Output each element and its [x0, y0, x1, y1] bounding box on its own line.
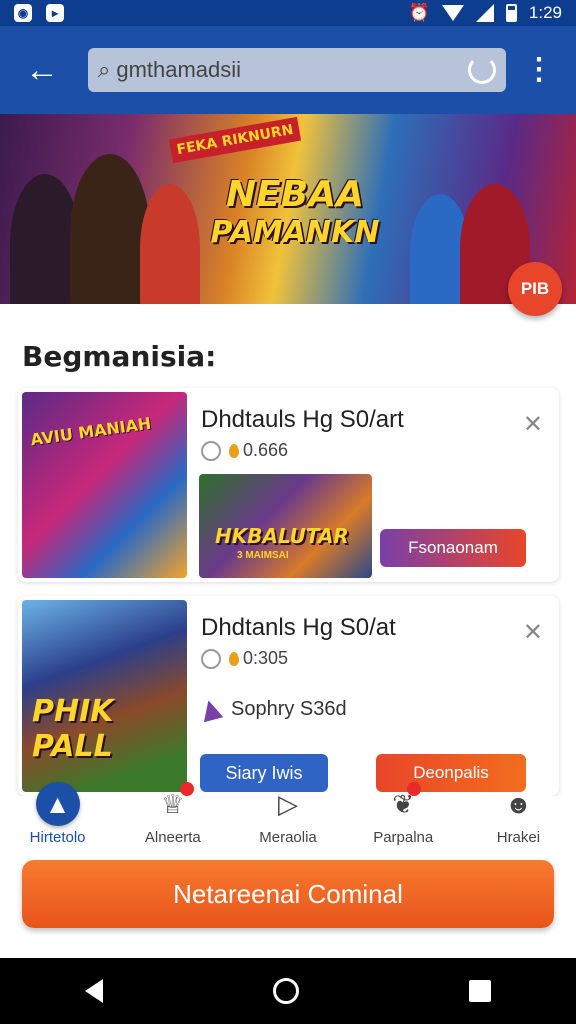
game-thumbnail[interactable]: AVIU MANIAH — [22, 392, 187, 578]
back-arrow-icon[interactable]: ← — [12, 40, 72, 100]
share-icon: ▷ — [278, 788, 298, 819]
bottom-navigation: ▲ Hirtetolo ♕ Alneerta ▷ Meraolia ❦ Parp… — [0, 782, 576, 856]
cell-signal-icon — [475, 4, 494, 22]
banner-badge-left: FEKA RIKNURN — [168, 116, 302, 164]
nav-label: Parpalna — [373, 829, 434, 846]
system-back-icon[interactable] — [85, 979, 103, 1003]
section-title: Begmanisia: — [22, 340, 217, 373]
preview-title: HKBALUTAR — [215, 524, 349, 548]
notification-dot — [406, 782, 421, 796]
close-icon[interactable]: ✕ — [523, 618, 543, 647]
status-time: 1:29 — [528, 3, 562, 22]
thumbs-up-icon: ▲ — [35, 782, 80, 826]
refresh-icon[interactable] — [468, 56, 496, 84]
card-note: Sophry S36d — [198, 697, 347, 722]
nav-label: Meraolia — [259, 829, 317, 846]
close-icon[interactable]: ✕ — [523, 410, 543, 439]
banner-character-red — [140, 184, 200, 304]
coin-icon — [229, 443, 239, 458]
alarm-icon: ⏰ — [408, 3, 430, 22]
game-preview-image[interactable]: HKBALUTAR 3 MAIMSAI — [199, 474, 372, 578]
banner-fab-button[interactable]: PIB — [508, 262, 562, 316]
nav-item-media[interactable]: ▷ Meraolia — [230, 789, 345, 856]
thumbnail-title: PHIK PALL — [32, 694, 114, 764]
system-home-icon[interactable] — [273, 978, 299, 1004]
profile-icon: ☻ — [504, 788, 533, 819]
clock-icon — [201, 440, 221, 461]
status-bar: ◉ ▸ ⏰ 1:29 — [0, 0, 576, 26]
nav-label: Hirtetolo — [29, 829, 86, 846]
card-meta-value: 0:305 — [243, 648, 289, 668]
notification-app-icon: ◉ — [14, 4, 32, 22]
card-title[interactable]: Dhdtanls Hg S0/at — [201, 614, 396, 642]
banner-character-warrior — [70, 154, 150, 304]
app-bar: ← ⌕ ⋮ — [0, 26, 576, 114]
coin-icon — [229, 651, 239, 666]
card-note-text: Sophry S36d — [231, 698, 347, 720]
game-thumbnail[interactable]: PHIK PALL — [22, 600, 187, 792]
more-options-icon[interactable]: ⋮ — [524, 55, 554, 85]
card-meta: 0:305 — [201, 648, 288, 669]
system-navigation-bar — [0, 958, 576, 1024]
search-bar[interactable]: ⌕ — [88, 48, 506, 92]
system-recents-icon[interactable] — [469, 980, 491, 1002]
card-title[interactable]: Dhdtauls Hg S0/art — [201, 406, 404, 434]
game-card[interactable]: AVIU MANIAH Dhdtauls Hg S0/art ✕ 0.666 H… — [18, 388, 559, 582]
hero-banner[interactable]: FEKA RIKNURN NEBAA PAMANKN — [0, 114, 576, 304]
card-meta-value: 0.666 — [243, 440, 289, 460]
pen-icon — [198, 697, 224, 722]
search-input[interactable] — [116, 57, 468, 83]
wifi-icon — [441, 5, 464, 21]
card-action-button[interactable]: Fsonaonam — [380, 529, 526, 567]
clock-icon — [201, 648, 221, 669]
nav-item-chat[interactable]: ❦ Parpalna — [346, 782, 461, 856]
banner-title: NEBAA PAMANKN — [210, 174, 380, 251]
nav-item-achievements[interactable]: ♕ Alneerta — [115, 782, 230, 856]
primary-cta-button[interactable]: Netareenai Cominal — [22, 860, 554, 928]
nav-item-profile[interactable]: ☻ Hrakei — [461, 789, 576, 856]
battery-icon — [505, 4, 517, 22]
nav-item-home[interactable]: ▲ Hirtetolo — [0, 782, 115, 856]
nav-label: Hrakei — [496, 829, 541, 846]
notification-media-icon: ▸ — [46, 4, 64, 22]
thumbnail-title: AVIU MANIAH — [29, 413, 153, 450]
preview-subtitle: 3 MAIMSAI — [237, 550, 289, 561]
search-icon: ⌕ — [98, 57, 111, 82]
card-meta: 0.666 — [201, 440, 288, 461]
game-card[interactable]: PHIK PALL Dhdtanls Hg S0/at ✕ 0:305 Soph… — [18, 596, 559, 796]
nav-label: Alneerta — [144, 829, 201, 846]
